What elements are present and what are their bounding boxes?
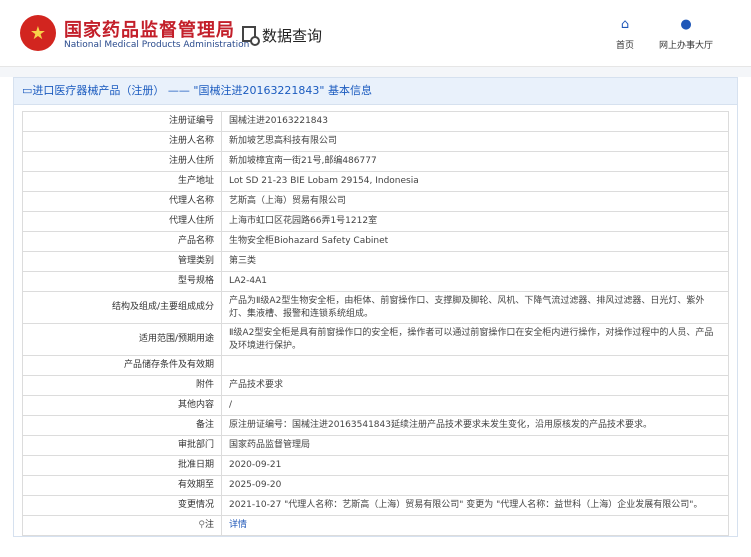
row-value: 原注册证编号：国械注进20163541843延续注册产品技术要求未发生变化，沿用…	[221, 415, 729, 436]
row-label: 代理人住所	[22, 211, 222, 232]
row-label: 审批部门	[22, 435, 222, 456]
row-value: 2020-09-21	[221, 455, 729, 476]
emblem-logo: ★	[20, 15, 56, 51]
panel-title: ▭进口医疗器械产品（注册） —— "国械注进20163221843" 基本信息	[14, 78, 737, 105]
table-row: 代理人名称 艺斯高（上海）贸易有限公司	[22, 191, 729, 212]
row-value: 2025-09-20	[221, 475, 729, 496]
table-row-note: ⚲注 详情	[22, 515, 729, 536]
table-row: 其他内容 /	[22, 395, 729, 416]
data-query-title: 数据查询	[262, 27, 323, 45]
brand-title: 国家药品监督管理局	[64, 20, 235, 41]
row-value: LA2-4A1	[221, 271, 729, 292]
note-label-cell: ⚲注	[22, 515, 222, 536]
table-row: 管理类别 第三类	[22, 251, 729, 272]
row-label: 有效期至	[22, 475, 222, 496]
nav-home[interactable]: ⌂ 首页	[608, 17, 642, 52]
table-row: 注册人住所 新加坡樟宜南一街21号,邮编486777	[22, 151, 729, 172]
table-row: 附件 产品技术要求	[22, 375, 729, 396]
table-row: 备注 原注册证编号：国械注进20163541843延续注册产品技术要求未发生变化，…	[22, 415, 729, 436]
table-row: 适用范围/预期用途 Ⅱ级A2型安全柜是具有前窗操作口的安全柜，操作者可以通过前窗操…	[22, 323, 729, 356]
detail-panel: ▭进口医疗器械产品（注册） —— "国械注进20163221843" 基本信息 …	[13, 77, 738, 537]
row-value	[221, 355, 729, 376]
row-label: 注册人名称	[22, 131, 222, 152]
site-header: ★ 国家药品监督管理局 National Medical Products Ad…	[0, 0, 751, 67]
user-icon: ●	[680, 17, 692, 32]
row-label: 备注	[22, 415, 222, 436]
row-value: Lot SD 21-23 BIE Lobam 29154, Indonesia	[221, 171, 729, 192]
row-label: 其他内容	[22, 395, 222, 416]
table-row: 注册证编号 国械注进20163221843	[22, 111, 729, 132]
table-row: 有效期至 2025-09-20	[22, 475, 729, 496]
row-value: 第三类	[221, 251, 729, 272]
row-label: 注册人住所	[22, 151, 222, 172]
row-value: 国家药品监督管理局	[221, 435, 729, 456]
row-value: 新加坡樟宜南一街21号,邮编486777	[221, 151, 729, 172]
details-link[interactable]: 详情	[229, 520, 247, 530]
detail-table: 注册证编号 国械注进20163221843 注册人名称 新加坡艺思高科技有限公司 注册人…	[22, 111, 729, 536]
note-label: 注	[204, 520, 214, 530]
row-value: 产品为Ⅱ级A2型生物安全柜，由柜体、前窗操作口、支撑脚及脚轮、风机、下降气流过滤…	[221, 291, 729, 324]
nav-online-hall[interactable]: ● 网上办事大厅	[656, 17, 716, 52]
document-search-icon	[242, 26, 260, 46]
table-row: 结构及组成/主要组成成分 产品为Ⅱ级A2型生物安全柜，由柜体、前窗操作口、支撑脚及…	[22, 291, 729, 324]
row-label: 生产地址	[22, 171, 222, 192]
row-value: 国械注进20163221843	[221, 111, 729, 132]
row-value: 上海市虹口区花园路66弄1号1212室	[221, 211, 729, 232]
table-row: 代理人住所 上海市虹口区花园路66弄1号1212室	[22, 211, 729, 232]
table-row: 变更情况 2021-10-27 "代理人名称：艺斯高（上海）贸易有限公司" 变更为…	[22, 495, 729, 516]
table-row: 产品名称 生物安全柜Biohazard Safety Cabinet	[22, 231, 729, 252]
row-label: 代理人名称	[22, 191, 222, 212]
row-value: 新加坡艺思高科技有限公司	[221, 131, 729, 152]
note-value-cell: 详情	[221, 515, 729, 536]
row-label: 注册证编号	[22, 111, 222, 132]
row-label: 产品名称	[22, 231, 222, 252]
row-label: 型号规格	[22, 271, 222, 292]
table-row: 生产地址 Lot SD 21-23 BIE Lobam 29154, Indone…	[22, 171, 729, 192]
row-value: 2021-10-27 "代理人名称：艺斯高（上海）贸易有限公司" 变更为 "代理…	[221, 495, 729, 516]
table-row: 审批部门 国家药品监督管理局	[22, 435, 729, 456]
pin-icon: ⚲	[198, 520, 205, 530]
row-label: 附件	[22, 375, 222, 396]
row-label: 批准日期	[22, 455, 222, 476]
header-gap	[0, 67, 751, 77]
table-row: 注册人名称 新加坡艺思高科技有限公司	[22, 131, 729, 152]
row-label: 产品储存条件及有效期	[22, 355, 222, 376]
row-value: 艺斯高（上海）贸易有限公司	[221, 191, 729, 212]
row-value: Ⅱ级A2型安全柜是具有前窗操作口的安全柜，操作者可以通过前窗操作口在安全柜内进行…	[221, 323, 729, 356]
row-label: 结构及组成/主要组成成分	[22, 291, 222, 324]
row-label: 变更情况	[22, 495, 222, 516]
nav-home-label: 首页	[615, 41, 634, 51]
nav-online-label: 网上办事大厅	[658, 41, 713, 51]
table-row: 批准日期 2020-09-21	[22, 455, 729, 476]
row-value: /	[221, 395, 729, 416]
row-label: 管理类别	[22, 251, 222, 272]
home-icon: ⌂	[620, 17, 630, 32]
table-row: 型号规格 LA2-4A1	[22, 271, 729, 292]
row-label: 适用范围/预期用途	[22, 323, 222, 356]
row-value: 生物安全柜Biohazard Safety Cabinet	[221, 231, 729, 252]
table-row: 产品储存条件及有效期	[22, 355, 729, 376]
brand-subtitle: National Medical Products Administration	[64, 40, 250, 50]
row-value: 产品技术要求	[221, 375, 729, 396]
